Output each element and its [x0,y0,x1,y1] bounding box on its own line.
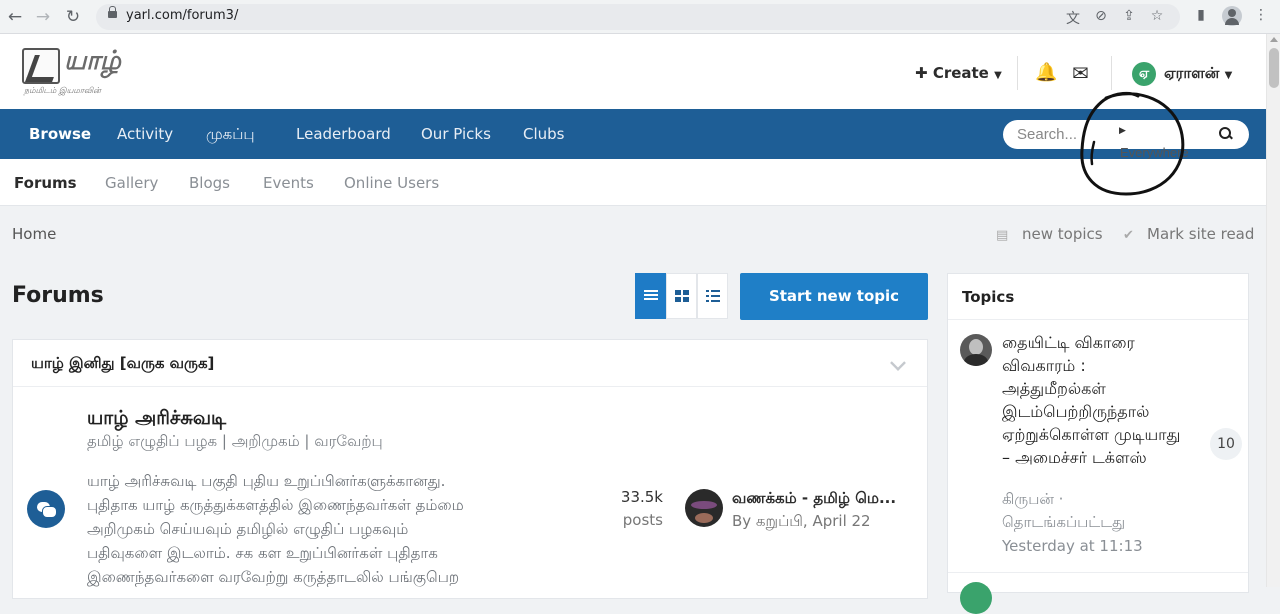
nav-tab-clubs[interactable]: Clubs [523,125,564,143]
post-count: 33.5k [620,488,663,506]
search-input[interactable] [1017,125,1107,144]
topic-author[interactable]: கிருபன் · [1002,490,1063,510]
search-scope-label[interactable]: Everywhere [1120,145,1189,160]
forum-description-line: பதிவுகளை இடலாம். சக கள உறுப்பினர்கள் புத… [87,544,438,562]
topic-time: Yesterday at 11:13 [1002,537,1143,555]
forum-description-line: இணைந்தவர்களை வரவேற்று கருத்தாடலில் பங்கு… [87,568,460,586]
user-avatar[interactable]: ஏ [1132,62,1156,86]
last-post-meta: By கறுப்பி, April 22 [732,512,871,530]
address-bar[interactable]: yarl.com/forum3/ 文 ⊘ ⇪ ☆ [96,4,1180,30]
plus-icon: ✚ [915,64,928,82]
divider [13,386,927,387]
logo-mark-icon [22,48,60,84]
nav-tab-browse[interactable]: Browse [29,125,91,143]
page-scrollbar[interactable] [1266,34,1280,587]
scroll-thumb[interactable] [1269,48,1279,88]
subnav-tab-blogs[interactable]: Blogs [189,174,230,192]
logo-tagline: நம்மிடம் இயமாவின் [24,86,101,95]
url-text: yarl.com/forum3/ [126,8,239,23]
breadcrumb-home[interactable]: Home [12,225,56,243]
topic-author-avatar[interactable] [960,334,992,366]
create-menu[interactable]: ✚ Create ▼ [915,64,1002,82]
chevron-down-icon[interactable] [890,355,906,371]
forward-icon[interactable]: → [32,6,54,28]
nav-tab-our-picks[interactable]: Our Picks [421,125,491,143]
logo-word: யாழ் [64,46,121,76]
fluid-view-button[interactable] [697,273,728,319]
category-title[interactable]: யாழ் இனிது [வருக வருக] [31,354,214,374]
site-logo[interactable]: யாழ் நம்மிடம் இயமாவின் [22,46,142,98]
check-icon: ✔ [1123,228,1134,243]
list-lines-icon [644,290,658,300]
subnav-tab-forums[interactable]: Forums [14,174,77,192]
new-topics-link[interactable]: new topics [1022,225,1103,243]
secondary-nav: Forums Gallery Blogs Events Online Users [0,159,1266,206]
play-arrow-icon[interactable]: ▶ [1119,126,1126,136]
widget-title: Topics [962,288,1015,306]
last-poster-avatar[interactable] [685,489,723,527]
subnav-tab-events[interactable]: Events [263,174,314,192]
envelope-icon[interactable]: ✉ [1072,61,1089,85]
username: ஏராளன் [1164,64,1220,82]
browser-toolbar: ← → ↻ yarl.com/forum3/ 文 ⊘ ⇪ ☆ ▮ ⋮ [0,0,1280,34]
nav-tab-activity[interactable]: Activity [117,125,173,143]
back-icon[interactable]: ← [4,6,26,28]
forum-description: யாழ் அரிச்சுவடி பகுதி புதிய உறுப்பினர்கள… [87,469,557,589]
forum-description-line: அறிமுகம் செய்யவும் தமிழில் எழுதிப் பழகவு… [87,520,409,538]
translate-icon[interactable]: 文 [1064,8,1082,28]
grid-view-button[interactable] [666,273,697,319]
profile-icon[interactable] [1222,6,1242,26]
list-icon [706,290,720,302]
subnav-tab-online-users[interactable]: Online Users [344,174,439,192]
menu-kebab-icon[interactable]: ⋮ [1252,7,1270,23]
bell-icon[interactable]: 🔔 [1035,62,1057,83]
nav-tab-leaderboard[interactable]: Leaderboard [296,125,391,143]
caret-down-icon: ▼ [1224,70,1233,81]
reply-count-badge: 10 [1210,428,1242,460]
last-post-title[interactable]: வணக்கம் - தமிழ் மெ... [732,489,896,509]
tracking-off-icon[interactable]: ⊘ [1092,8,1110,24]
share-icon[interactable]: ⇪ [1120,8,1138,24]
search-icon[interactable] [1217,125,1235,143]
user-menu[interactable]: ஏராளன் ▼ [1164,64,1232,84]
scroll-up-arrow-icon[interactable] [1270,37,1278,42]
forum-category: யாழ் இனிது [வருக வருக] யாழ் அரிச்சுவடி த… [12,339,928,599]
topic-status: தொடங்கப்பட்டது [1002,513,1126,531]
post-count-label: posts [622,511,663,529]
table-view-button[interactable] [635,273,666,319]
site-header: யாழ் நம்மிடம் இயமாவின் ✚ Create ▼ 🔔 ✉ ஏ … [0,34,1266,109]
forum-chat-icon [27,490,65,528]
header-divider [1017,56,1018,90]
page-title: Forums [12,283,104,308]
newspaper-icon: ▤ [996,228,1009,243]
side-panel-icon[interactable]: ▮ [1192,7,1210,23]
forum-name[interactable]: யாழ் அரிச்சுவடி [87,407,226,432]
grid-icon [675,290,689,302]
subnav-tab-gallery[interactable]: Gallery [105,174,158,192]
topics-widget: Topics தையிட்டி விகாரை விவகாரம் : அத்தும… [947,273,1249,614]
forum-description-line: யாழ் அரிச்சுவடி பகுதி புதிய உறுப்பினர்கள… [87,472,446,490]
divider [948,319,1248,320]
nav-tab-home[interactable]: முகப்பு [206,125,255,145]
reload-icon[interactable]: ↻ [62,6,84,28]
header-divider [1111,56,1112,90]
bookmark-star-icon[interactable]: ☆ [1148,8,1166,24]
forum-subforums[interactable]: தமிழ் எழுதிப் பழக | அறிமுகம் | வரவேற்பு [87,432,383,452]
start-new-topic-button[interactable]: Start new topic [740,273,928,320]
caret-down-icon: ▼ [994,70,1002,81]
forum-description-line: புதிதாக யாழ் கருத்துக்களத்தில் இணைந்தவர்… [87,496,464,514]
topic-title[interactable]: தையிட்டி விகாரை விவகாரம் : அத்துமீறல்கள்… [1002,331,1187,469]
divider [948,572,1248,573]
lock-icon [108,6,117,18]
primary-nav: Browse Activity முகப்பு Leaderboard Our … [0,109,1266,159]
mark-site-read-link[interactable]: Mark site read [1147,225,1254,243]
create-label: Create [932,64,989,82]
